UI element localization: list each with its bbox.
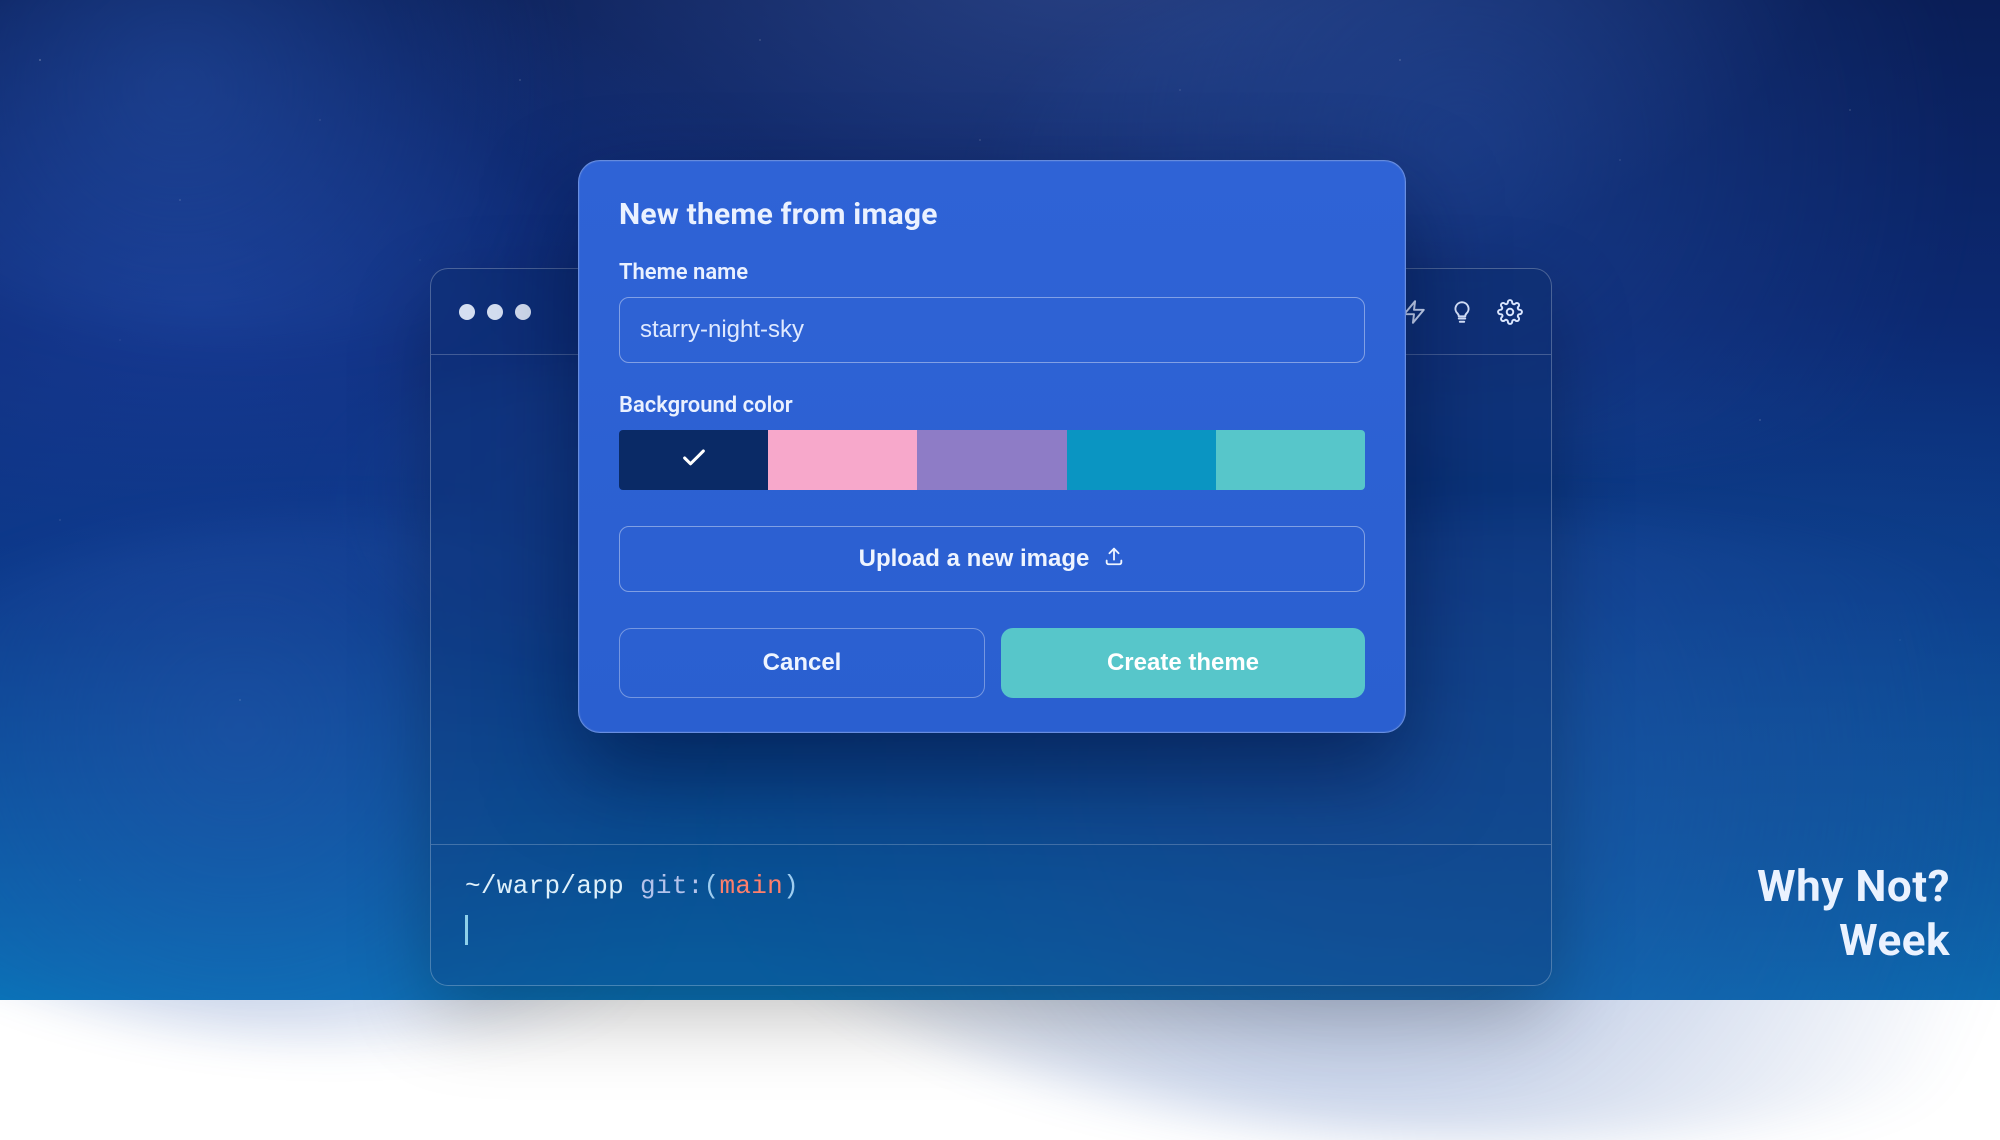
- gear-icon[interactable]: [1497, 299, 1523, 325]
- titlebar-actions: [1401, 299, 1523, 325]
- branding-line: Why Not?: [1757, 860, 1950, 912]
- color-swatch[interactable]: [1067, 430, 1216, 490]
- check-icon: [680, 444, 708, 476]
- upload-icon: [1103, 545, 1125, 574]
- prompt-branch: main: [719, 871, 783, 901]
- create-theme-button[interactable]: Create theme: [1001, 628, 1365, 698]
- background-color-swatches: [619, 430, 1365, 490]
- window-dot[interactable]: [487, 304, 503, 320]
- cursor-icon: [465, 915, 468, 945]
- theme-name-input[interactable]: [619, 297, 1365, 363]
- window-dot[interactable]: [459, 304, 475, 320]
- branding-line: Week: [1757, 914, 1950, 966]
- upload-label: Upload a new image: [859, 545, 1090, 573]
- new-theme-modal: New theme from image Theme name Backgrou…: [578, 160, 1406, 733]
- color-swatch[interactable]: [619, 430, 768, 490]
- cancel-button[interactable]: Cancel: [619, 628, 985, 698]
- prompt-paren-open: (: [704, 871, 720, 901]
- stage: ~/warp/app git:(main) New theme from ima…: [0, 0, 2000, 1000]
- prompt-path: ~/warp/app: [465, 871, 640, 901]
- branding: Why Not? Week: [1757, 860, 1950, 966]
- prompt-line: ~/warp/app git:(main): [465, 871, 1517, 901]
- prompt-paren-close: ): [783, 871, 799, 901]
- window-traffic-lights[interactable]: [459, 304, 531, 320]
- modal-title: New theme from image: [619, 197, 1365, 232]
- window-dot[interactable]: [515, 304, 531, 320]
- upload-image-button[interactable]: Upload a new image: [619, 526, 1365, 592]
- background-color-label: Background color: [619, 393, 1365, 418]
- theme-name-label: Theme name: [619, 260, 1365, 285]
- modal-actions: Cancel Create theme: [619, 628, 1365, 698]
- lightbulb-icon[interactable]: [1449, 299, 1475, 325]
- color-swatch[interactable]: [917, 430, 1066, 490]
- color-swatch[interactable]: [768, 430, 917, 490]
- color-swatch[interactable]: [1216, 430, 1365, 490]
- prompt-area[interactable]: ~/warp/app git:(main): [431, 844, 1551, 985]
- prompt-git: git:: [640, 871, 704, 901]
